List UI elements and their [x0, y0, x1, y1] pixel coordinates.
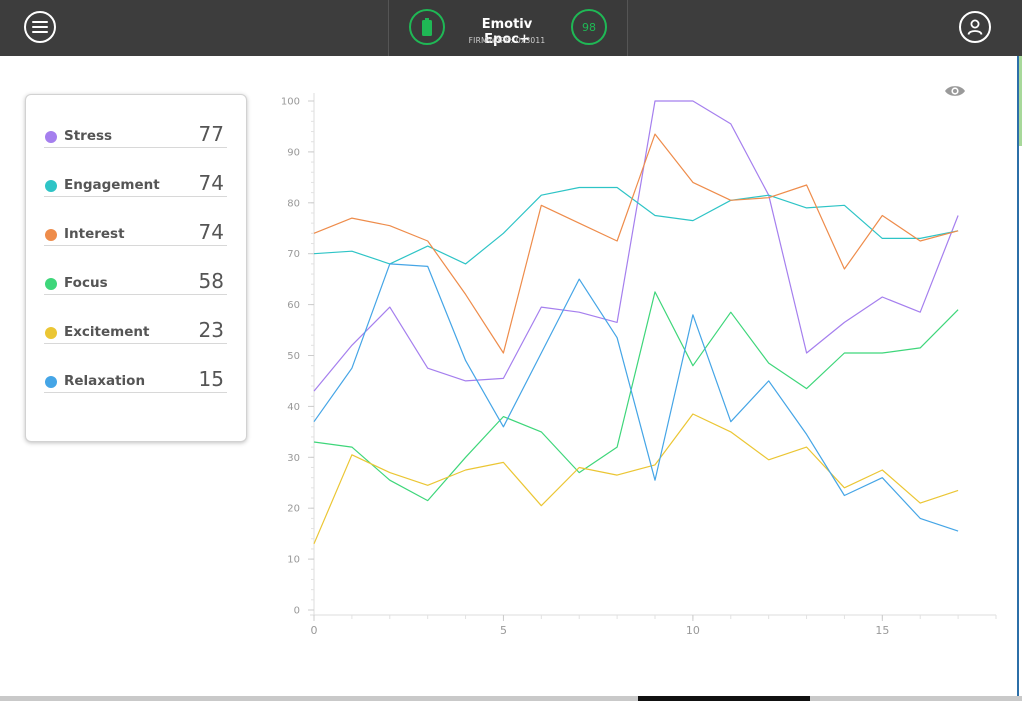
y-tick-label: 90: [287, 147, 300, 158]
y-tick-label: 50: [287, 351, 300, 362]
y-tick-label: 10: [287, 555, 300, 566]
series-line-excitement: [313, 413, 959, 545]
menu-icon: [32, 21, 48, 33]
metric-row-stress: Stress 77: [44, 118, 227, 148]
metric-row-engagement: Engagement 74: [44, 167, 227, 197]
metric-value: 74: [198, 220, 224, 244]
x-tick-label: 0: [311, 624, 318, 637]
metric-value: 74: [198, 171, 224, 195]
series-line-focus: [313, 291, 959, 502]
window-edge: [1017, 56, 1019, 696]
metric-value: 58: [198, 269, 224, 293]
series-line-stress: [313, 100, 959, 392]
x-tick-label: 15: [875, 624, 889, 637]
metric-label: Engagement: [64, 177, 160, 193]
user-icon: [967, 19, 983, 35]
series-line-interest: [313, 133, 959, 354]
battery-indicator: [409, 9, 445, 45]
stress-dot: [45, 131, 57, 143]
metric-row-excitement: Excitement 23: [44, 314, 227, 344]
relaxation-dot: [45, 376, 57, 388]
firmware-label: FIRMWARE: 0x3011: [468, 36, 546, 45]
y-tick-label: 0: [294, 606, 300, 617]
y-tick-label: 60: [287, 300, 300, 311]
x-tick-label: 10: [686, 624, 700, 637]
battery-icon: [422, 18, 432, 36]
metric-label: Excitement: [64, 324, 150, 340]
metric-label: Focus: [64, 275, 108, 291]
y-tick-label: 20: [287, 504, 300, 515]
metric-row-relaxation: Relaxation 15: [44, 363, 227, 393]
taskbar-strip-dark: [638, 696, 810, 701]
metrics-card: Stress 77 Engagement 74 Interest 74 Focu…: [25, 94, 247, 442]
y-tick-label: 80: [287, 198, 300, 209]
eye-icon[interactable]: [944, 83, 966, 99]
y-tick-label: 70: [287, 249, 300, 260]
metric-row-focus: Focus 58: [44, 265, 227, 295]
x-tick-label: 5: [500, 624, 507, 637]
metric-label: Relaxation: [64, 373, 146, 389]
taskbar-strip: [0, 696, 1022, 701]
interest-dot: [45, 229, 57, 241]
series-line-engagement: [313, 186, 959, 265]
y-tick-label: 100: [281, 97, 300, 108]
metric-row-interest: Interest 74: [44, 216, 227, 246]
engagement-dot: [45, 180, 57, 192]
y-tick-label: 30: [287, 453, 300, 464]
metric-value: 23: [198, 318, 224, 342]
focus-dot: [45, 278, 57, 290]
device-status-panel[interactable]: Emotiv Epoc+ FIRMWARE: 0x3011 98: [388, 0, 628, 56]
metric-value: 15: [198, 367, 224, 391]
excitement-dot: [45, 327, 57, 339]
metric-value: 77: [198, 122, 224, 146]
metric-label: Stress: [64, 128, 113, 144]
performance-metrics-chart: 0 10 20 30 40 50 60 70 80 90 100 0 5 10 15: [281, 93, 997, 637]
metric-label: Interest: [64, 226, 125, 242]
y-tick-label: 40: [287, 402, 300, 413]
top-bar: Emotiv Epoc+ FIRMWARE: 0x3011 98: [0, 0, 1022, 56]
menu-button[interactable]: [24, 11, 56, 43]
user-profile-button[interactable]: [959, 11, 991, 43]
signal-quality-badge: 98: [571, 9, 607, 45]
